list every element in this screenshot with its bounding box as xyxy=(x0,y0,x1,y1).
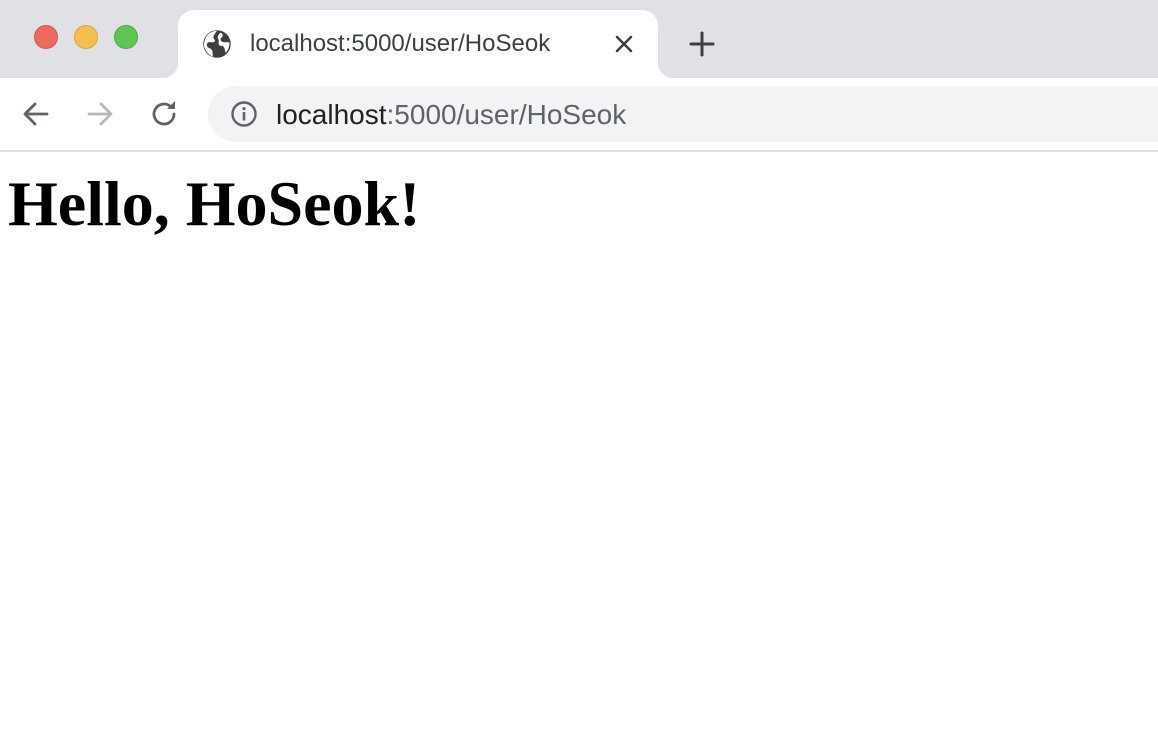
window-zoom-button[interactable] xyxy=(114,25,138,49)
address-text[interactable]: localhost:5000/user/HoSeok xyxy=(276,99,626,131)
window-close-button[interactable] xyxy=(34,25,58,49)
page-content: Hello, HoSeok! xyxy=(0,152,1158,738)
plus-icon[interactable] xyxy=(688,30,716,58)
active-tab[interactable]: localhost:5000/user/HoSeok xyxy=(162,10,674,78)
page-heading: Hello, HoSeok! xyxy=(8,168,421,239)
window-minimize-button[interactable] xyxy=(74,25,98,49)
address-bar[interactable]: localhost:5000/user/HoSeok xyxy=(208,86,1158,142)
globe-icon xyxy=(203,30,231,58)
arrow-right-icon[interactable] xyxy=(84,98,116,130)
browser-toolbar: localhost:5000/user/HoSeok xyxy=(0,78,1158,152)
arrow-left-icon[interactable] xyxy=(20,98,52,130)
close-icon[interactable] xyxy=(612,32,636,56)
url-path: :5000/user/HoSeok xyxy=(386,99,627,130)
tab-strip: localhost:5000/user/HoSeok xyxy=(0,0,1158,78)
info-icon[interactable] xyxy=(230,100,258,128)
url-host: localhost xyxy=(276,99,387,130)
tab-title: localhost:5000/user/HoSeok xyxy=(250,30,551,57)
reload-icon[interactable] xyxy=(148,98,180,130)
